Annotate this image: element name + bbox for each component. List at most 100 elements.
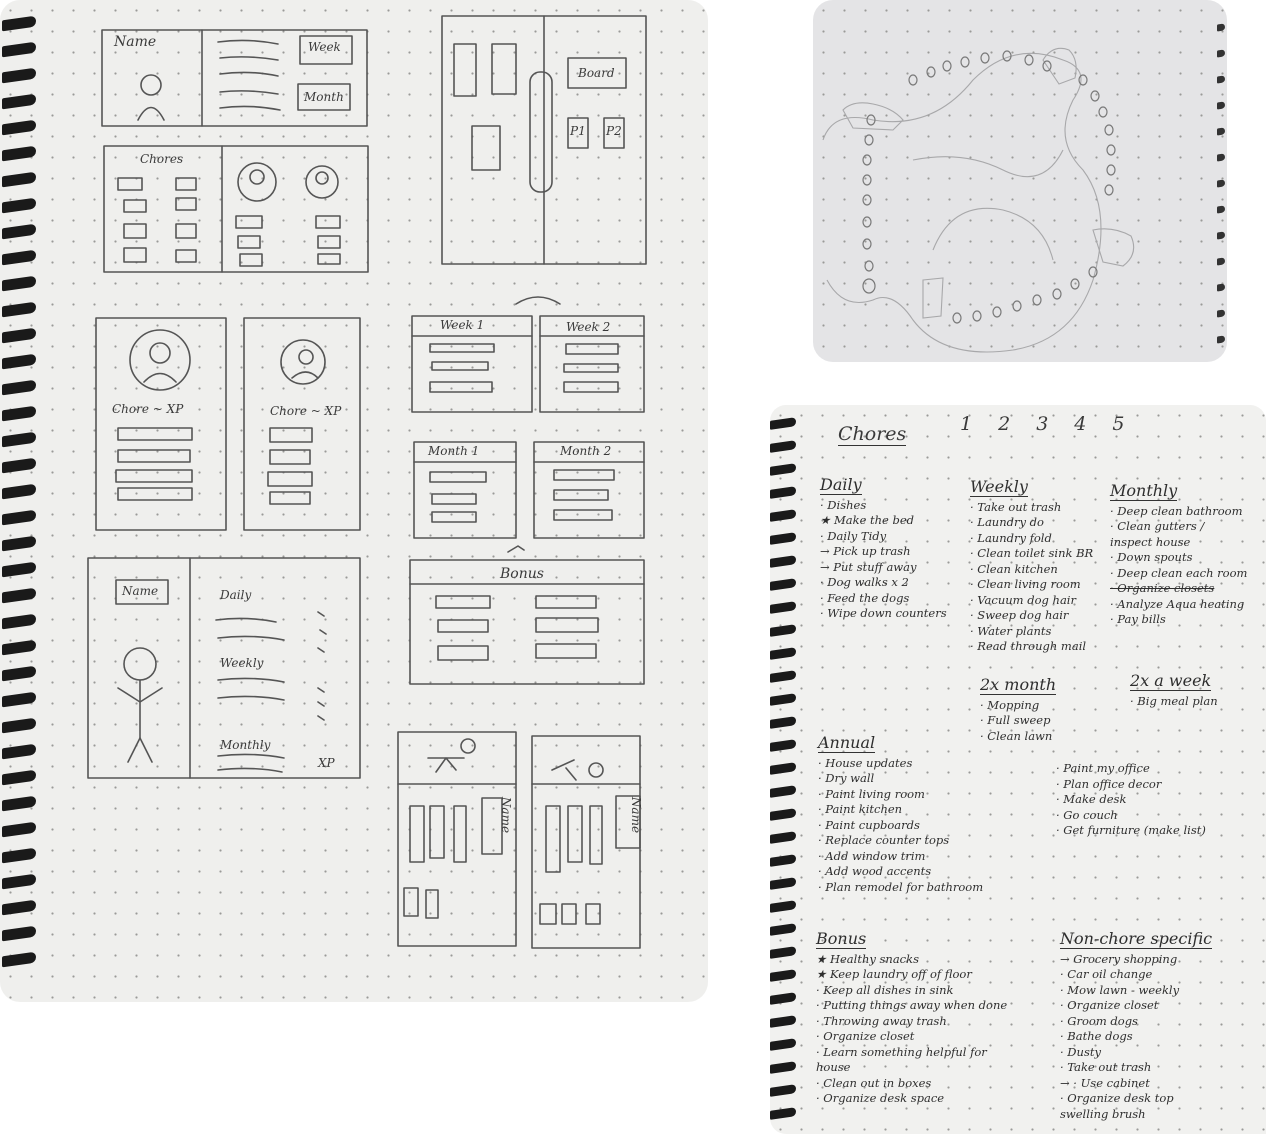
list-item: · Plan office decor bbox=[1056, 776, 1162, 791]
wireframe-sketch-page: Name Week Month Board Chores P1 P2 Chore… bbox=[0, 0, 708, 1002]
list-item: · Vacuum dog hair bbox=[970, 592, 1076, 607]
board-path-sketch-page bbox=[813, 0, 1227, 362]
label-week-1: Week 1 bbox=[440, 318, 485, 332]
weekly-heading: Weekly bbox=[970, 477, 1028, 497]
non-chore-list: Non-chore specific → Grocery shopping · … bbox=[1060, 929, 1213, 1122]
list-item: · Dishes bbox=[820, 497, 867, 512]
list-item: · Feed the dogs bbox=[820, 590, 910, 605]
twice-month-list: 2x month · Mopping · Full sweep · Clean … bbox=[980, 675, 1057, 744]
list-item: ★ Healthy snacks bbox=[816, 951, 919, 966]
list-item: · Replace counter tops bbox=[818, 833, 950, 847]
annual-heading: Annual bbox=[818, 733, 876, 753]
list-item: · Organize closet bbox=[1060, 998, 1159, 1012]
list-item: · Paint kitchen bbox=[818, 802, 903, 816]
list-item: · Paint my office bbox=[1056, 761, 1150, 775]
list-item: · Organize desk top bbox=[1060, 1091, 1174, 1105]
list-item: · Paint cupboards bbox=[818, 817, 920, 832]
list-item: · Dog walks x 2 bbox=[820, 575, 909, 589]
list-item: swelling brush bbox=[1060, 1106, 1146, 1121]
list-item: · Keep all dishes in sink bbox=[816, 982, 954, 997]
list-item: · Sweep dog hair bbox=[970, 608, 1069, 622]
monthly-heading: Monthly bbox=[1110, 481, 1178, 501]
list-item: · Mow lawn - weekly bbox=[1060, 982, 1180, 997]
list-item: · Go couch bbox=[1056, 807, 1118, 822]
label-bonus: Bonus bbox=[500, 566, 544, 582]
list-item: · Clean out in boxes bbox=[816, 1075, 932, 1090]
label-week-2: Week 2 bbox=[566, 320, 611, 334]
list-item: · Wipe down counters bbox=[820, 606, 947, 620]
number-3: 3 bbox=[1036, 413, 1049, 435]
twice-month-heading: 2x month bbox=[980, 675, 1057, 695]
label-monthly: Monthly bbox=[220, 738, 271, 752]
list-item: · Analyze Aqua heating bbox=[1110, 596, 1245, 611]
label-daily: Daily bbox=[220, 588, 252, 602]
list-item: · Deep clean bathroom bbox=[1110, 503, 1243, 518]
list-item: inspect house bbox=[1110, 534, 1191, 549]
label-weekly: Weekly bbox=[220, 656, 264, 670]
number-scale: 1 2 3 4 5 bbox=[960, 413, 1124, 435]
label-p2: P2 bbox=[606, 124, 622, 138]
list-item: · Clean living room bbox=[970, 577, 1081, 591]
list-item: · Full sweep bbox=[980, 713, 1051, 727]
list-item: ★ Keep laundry off of floor bbox=[816, 967, 972, 981]
annual-list-right: · Paint my office · Plan office decor · … bbox=[1056, 761, 1206, 839]
list-item: · Clean toilet sink BR bbox=[970, 546, 1094, 560]
list-item: · Deep clean each room bbox=[1110, 565, 1248, 580]
label-month-2: Month 2 bbox=[560, 444, 612, 458]
list-item: · Water plants bbox=[970, 623, 1052, 638]
spiral-binding bbox=[770, 415, 798, 1128]
label-xp: XP bbox=[318, 756, 335, 770]
list-item: → Grocery shopping bbox=[1060, 951, 1178, 966]
list-item: · Dusty bbox=[1060, 1044, 1101, 1059]
list-item: → Pick up trash bbox=[820, 544, 911, 558]
chores-list-page: Chores 1 2 3 4 5 Daily · Dishes ★ Make t… bbox=[770, 405, 1266, 1134]
list-item: · Down spouts bbox=[1110, 550, 1193, 564]
label-month: Month bbox=[304, 90, 344, 104]
list-item: · Get furniture (make list) bbox=[1056, 823, 1206, 837]
list-item: · Groom dogs bbox=[1060, 1013, 1138, 1028]
list-item: · Paint living room bbox=[818, 786, 925, 801]
non-chore-heading: Non-chore specific bbox=[1060, 929, 1213, 949]
list-item: · Make desk bbox=[1056, 792, 1127, 806]
label-week: Week bbox=[308, 40, 341, 54]
monthly-list: Monthly · Deep clean bathroom · Clean gu… bbox=[1110, 483, 1247, 628]
list-item: · Learn something helpful for bbox=[816, 1044, 987, 1059]
list-item: · Big meal plan bbox=[1130, 693, 1218, 708]
list-item: · Mopping bbox=[980, 697, 1040, 712]
list-item: · Take out trash bbox=[1060, 1060, 1152, 1074]
list-item: · Clean gutters / bbox=[1110, 519, 1205, 533]
label-chore-xp-2: Chore ~ XP bbox=[270, 404, 342, 418]
list-item: · Car oil change bbox=[1060, 967, 1153, 981]
label-month-1: Month 1 bbox=[428, 444, 480, 458]
twice-week-heading: 2x a week bbox=[1130, 671, 1212, 691]
daily-heading: Daily bbox=[820, 475, 862, 495]
list-item: · Add wood accents bbox=[818, 864, 932, 878]
label-name-4: Name bbox=[629, 796, 644, 834]
number-5: 5 bbox=[1112, 413, 1125, 435]
list-item: · Take out trash bbox=[970, 499, 1062, 514]
list-item: · Add window trim bbox=[818, 848, 926, 863]
list-item: · Organize desk space bbox=[816, 1091, 945, 1105]
wireframe-drawings bbox=[87, 15, 647, 949]
number-4: 4 bbox=[1074, 413, 1087, 435]
list-item: · Putting things away when done bbox=[816, 998, 1008, 1012]
list-item: · Plan remodel for bathroom bbox=[818, 879, 984, 894]
list-item: · Daily Tidy bbox=[820, 528, 887, 543]
list-item: → Put stuff away bbox=[820, 559, 917, 574]
board-path-drawing bbox=[822, 47, 1135, 353]
twice-week-list: 2x a week · Big meal plan bbox=[1130, 673, 1218, 709]
list-item: · Clean kitchen bbox=[970, 561, 1058, 576]
label-chores: Chores bbox=[140, 152, 184, 166]
label-chore-xp-1: Chore ~ XP bbox=[112, 402, 184, 416]
label-name-2: Name bbox=[122, 584, 159, 598]
label-board: Board bbox=[578, 66, 615, 80]
number-1: 1 bbox=[960, 413, 973, 435]
label-name: Name bbox=[114, 34, 157, 50]
list-item: · Bathe dogs bbox=[1060, 1029, 1133, 1043]
weekly-list: Weekly · Take out trash · Laundry do · L… bbox=[970, 479, 1093, 655]
list-item: · Clean lawn bbox=[980, 728, 1053, 743]
list-item: · Laundry do bbox=[970, 515, 1044, 529]
list-item: → · Use cabinet bbox=[1060, 1075, 1150, 1090]
list-item: ★ Make the bed bbox=[820, 513, 915, 527]
list-item: · Organize closet bbox=[816, 1029, 915, 1043]
